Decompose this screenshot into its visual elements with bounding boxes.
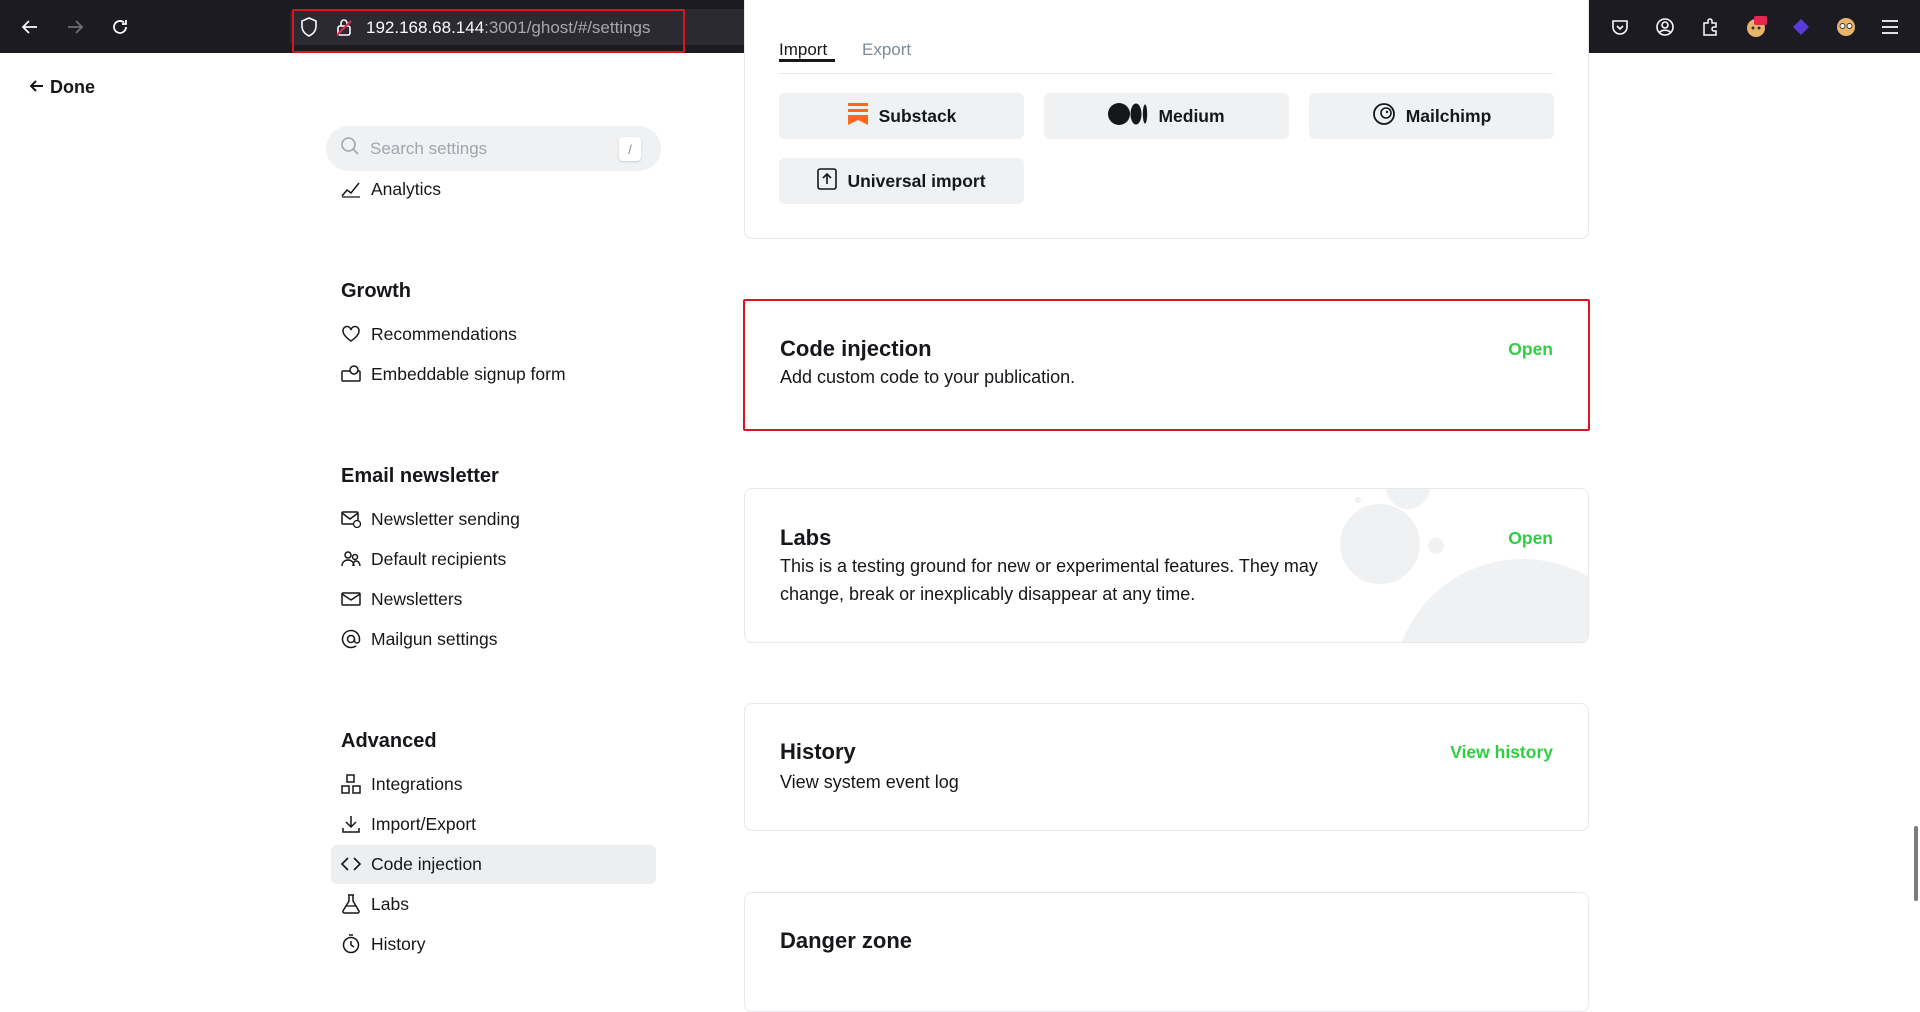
labs-description-line: change, break or inexplicably disappear … bbox=[780, 584, 1196, 604]
tab-label: Import bbox=[779, 40, 828, 59]
mail-check-icon bbox=[340, 508, 362, 530]
sidebar-item-label: Newsletter sending bbox=[371, 508, 520, 529]
medium-icon bbox=[1108, 102, 1148, 130]
mailchimp-icon bbox=[1372, 102, 1396, 131]
sidebar-item-label: Newsletters bbox=[371, 588, 463, 609]
account-icon[interactable] bbox=[1652, 14, 1678, 40]
labs-title: Labs bbox=[780, 525, 832, 550]
sidebar-item-label: Analytics bbox=[371, 178, 442, 199]
upload-icon bbox=[817, 167, 838, 195]
extensions-icon[interactable] bbox=[1697, 14, 1723, 40]
search-shortcut-key: / bbox=[619, 137, 641, 161]
labs-description-line: This is a testing ground for new or expe… bbox=[780, 556, 1318, 576]
import-export-tabs: Import Export bbox=[779, 40, 1553, 74]
sidebar-item-integrations[interactable]: Integrations bbox=[340, 769, 462, 799]
sidebar-item-history[interactable]: History bbox=[340, 929, 425, 959]
history-card: History View system event log View histo… bbox=[744, 703, 1589, 831]
mail-icon bbox=[340, 588, 362, 610]
medium-import-button[interactable]: Medium bbox=[1044, 93, 1289, 139]
sidebar-item-import-export[interactable]: Import/Export bbox=[340, 809, 476, 839]
sidebar-item-code-injection[interactable]: Code injection bbox=[340, 849, 482, 879]
download-icon bbox=[340, 813, 362, 835]
search-settings-input[interactable]: Search settings / bbox=[326, 126, 661, 171]
arrow-left-icon bbox=[29, 77, 44, 98]
view-history-button[interactable]: View history bbox=[1450, 742, 1553, 763]
extension-avatar-icon[interactable] bbox=[1743, 14, 1769, 40]
labs-bubbles-decoration bbox=[1340, 489, 1588, 642]
history-title: History bbox=[780, 739, 856, 764]
advanced-heading: Advanced bbox=[341, 730, 437, 752]
sidebar-item-analytics[interactable]: Analytics bbox=[340, 174, 441, 204]
sidebar-item-label: Integrations bbox=[371, 773, 463, 794]
users-icon bbox=[340, 548, 362, 570]
integrations-icon bbox=[340, 773, 362, 795]
menu-icon[interactable] bbox=[1877, 14, 1903, 40]
danger-zone-title: Danger zone bbox=[780, 928, 913, 953]
search-placeholder: Search settings bbox=[370, 138, 488, 158]
button-label: Mailchimp bbox=[1405, 105, 1492, 126]
back-icon[interactable] bbox=[16, 13, 44, 41]
tab-import[interactable]: Import bbox=[779, 40, 835, 62]
sidebar-item-label: Default recipients bbox=[371, 548, 507, 569]
sidebar-item-label: Embeddable signup form bbox=[371, 363, 566, 384]
tab-active-underline bbox=[779, 59, 835, 62]
substack-import-button[interactable]: Substack bbox=[779, 93, 1024, 139]
universal-import-button[interactable]: Universal import bbox=[779, 158, 1024, 204]
sidebar-item-label: Code injection bbox=[371, 853, 482, 874]
done-button[interactable]: Done bbox=[29, 77, 95, 98]
sidebar-item-label: Recommendations bbox=[371, 323, 517, 344]
extension-diamond-icon[interactable] bbox=[1788, 14, 1814, 40]
labs-card: Labs This is a testing ground for new or… bbox=[744, 488, 1589, 643]
done-label: Done bbox=[50, 77, 95, 97]
heart-icon bbox=[340, 323, 362, 345]
sidebar-item-recommendations[interactable]: Recommendations bbox=[340, 319, 517, 349]
sidebar-item-label: History bbox=[371, 933, 426, 954]
substack-icon bbox=[847, 102, 869, 131]
analytics-icon bbox=[340, 178, 362, 200]
code-injection-highlight-box bbox=[743, 299, 1590, 431]
mailchimp-import-button[interactable]: Mailchimp bbox=[1309, 93, 1554, 139]
button-label: Medium bbox=[1158, 105, 1225, 126]
sidebar-item-newsletters[interactable]: Newsletters bbox=[340, 584, 462, 614]
code-icon bbox=[340, 853, 362, 875]
sidebar-item-embeddable-signup-form[interactable]: Embeddable signup form bbox=[340, 359, 566, 389]
at-sign-icon bbox=[340, 628, 362, 650]
sidebar-item-labs[interactable]: Labs bbox=[340, 889, 409, 919]
pocket-icon[interactable] bbox=[1607, 14, 1633, 40]
flask-icon bbox=[340, 893, 362, 915]
email-newsletter-heading: Email newsletter bbox=[341, 465, 499, 487]
button-label: Universal import bbox=[847, 170, 986, 191]
growth-heading: Growth bbox=[341, 280, 411, 302]
extension-face-icon[interactable] bbox=[1833, 14, 1859, 40]
sidebar-item-default-recipients[interactable]: Default recipients bbox=[340, 544, 506, 574]
search-icon bbox=[340, 136, 360, 161]
sidebar-item-label: Import/Export bbox=[371, 813, 477, 834]
danger-zone-card: Danger zone bbox=[744, 892, 1589, 1012]
sidebar-item-label: Labs bbox=[371, 893, 409, 914]
sidebar-item-mailgun-settings[interactable]: Mailgun settings bbox=[340, 624, 497, 654]
url-highlight-box bbox=[292, 9, 685, 53]
sidebar-item-newsletter-sending[interactable]: Newsletter sending bbox=[340, 504, 520, 534]
stopwatch-icon bbox=[340, 933, 362, 955]
button-label: Substack bbox=[878, 105, 957, 126]
labs-open-button[interactable]: Open bbox=[1508, 528, 1553, 549]
page-scrollbar[interactable] bbox=[1914, 826, 1918, 901]
labs-description: This is a testing ground for new or expe… bbox=[780, 552, 1318, 608]
forward-icon[interactable] bbox=[61, 13, 89, 41]
history-description: View system event log bbox=[780, 772, 959, 792]
sidebar-item-label: Mailgun settings bbox=[371, 628, 498, 649]
signup-form-icon bbox=[340, 363, 362, 385]
tab-export[interactable]: Export bbox=[862, 40, 911, 60]
reload-icon[interactable] bbox=[106, 13, 134, 41]
